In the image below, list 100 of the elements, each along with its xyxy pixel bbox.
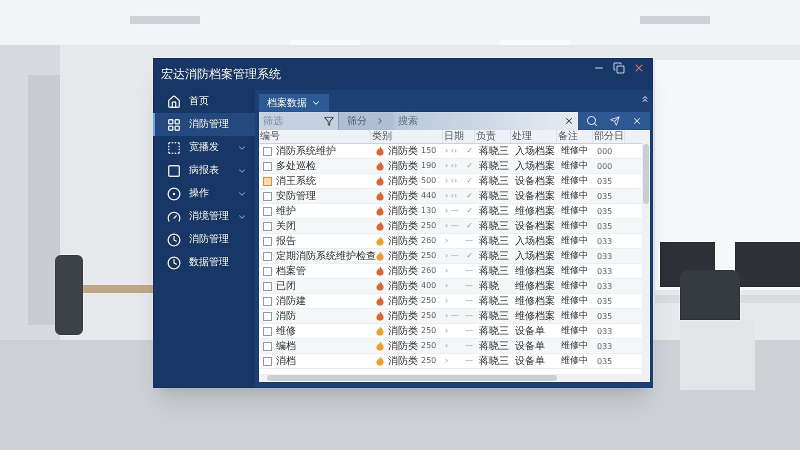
checkbox[interactable]: [263, 206, 272, 216]
table-cell: 维修中: [561, 221, 588, 232]
clear-icon[interactable]: [564, 116, 574, 126]
filter-icon: [324, 116, 334, 126]
filter-field[interactable]: 筛选: [259, 112, 320, 130]
table-cell: —: [465, 235, 473, 247]
table-cell: 035: [597, 222, 612, 230]
vertical-scrollbar[interactable]: [642, 130, 650, 374]
table-cell: 维修档案: [515, 296, 555, 306]
table-cell: 260: [421, 235, 436, 247]
close-icon[interactable]: [632, 116, 642, 126]
checkbox[interactable]: [263, 236, 272, 246]
table-cell: —: [465, 340, 473, 352]
close-icon[interactable]: [633, 62, 645, 74]
table-cell: 蒋晓三: [479, 176, 509, 186]
table-cell-text: 关闭: [276, 220, 296, 234]
send-icon[interactable]: [610, 116, 620, 126]
table-cell-text: 安防管理: [276, 190, 316, 204]
table-cell-text: 消防类: [388, 174, 418, 188]
table-cell-text: 消防类: [388, 340, 418, 354]
table-cell: 250: [421, 220, 436, 232]
tab[interactable]: 档案数据: [259, 94, 329, 112]
table-cell-text: 多处巡检: [276, 160, 316, 174]
table-cell-text: 消防类: [388, 144, 418, 158]
table-cell: —: [465, 355, 473, 367]
table-cell: 维修中: [561, 236, 588, 246]
table-cell: › —: [445, 220, 459, 232]
sidebar-item[interactable]: 病报表: [153, 159, 255, 182]
checkbox[interactable]: [263, 222, 272, 230]
table-cell: ✓: [466, 175, 473, 187]
table-cell: 000: [597, 162, 612, 170]
table-cell: ›: [445, 340, 448, 352]
table-cell-text: 消王系统: [276, 174, 316, 188]
table-cell: ›: [445, 355, 448, 367]
column-header[interactable]: 编号: [259, 130, 371, 143]
table-cell: 维修中: [561, 161, 588, 172]
table-cell: 维修中: [561, 266, 588, 276]
sidebar-item[interactable]: 消防管理: [153, 228, 255, 251]
table-cell: ✓: [466, 205, 473, 217]
table-cell-text: 消防类: [388, 294, 418, 308]
table-cell-text: 消防类: [388, 264, 418, 278]
table-cell-text: 档案管: [276, 264, 306, 278]
checkbox[interactable]: [263, 266, 272, 276]
table-cell: 蒋晓三: [479, 220, 509, 232]
column-header[interactable]: 负责: [475, 130, 511, 143]
table-cell: 033: [597, 236, 612, 246]
collapse-icon[interactable]: [640, 94, 650, 104]
dashed-square-icon: [167, 140, 181, 154]
table-cell: ›: [445, 235, 448, 247]
checkbox[interactable]: [263, 356, 272, 366]
horizontal-scrollbar[interactable]: [259, 374, 650, 382]
table-cell: 设备单: [515, 356, 545, 366]
table-cell-text: 消防类: [388, 354, 418, 368]
table-cell: 000: [597, 146, 612, 156]
sidebar-item[interactable]: 数据管理: [153, 251, 255, 274]
checkbox[interactable]: [263, 162, 272, 170]
checkbox[interactable]: [263, 282, 272, 290]
sidebar-item[interactable]: 首页: [153, 90, 255, 113]
table-cell: —: [465, 280, 473, 292]
group-button[interactable]: 筛分: [339, 112, 394, 130]
table-cell: 400: [421, 280, 436, 292]
column-header[interactable]: 处理: [511, 130, 557, 143]
sidebar-item[interactable]: 宽播发: [153, 136, 255, 159]
checkbox[interactable]: [263, 312, 272, 320]
table-cell: 130: [421, 205, 436, 217]
table-cell: 150: [421, 145, 436, 157]
sidebar-item[interactable]: 消境管理: [153, 205, 255, 228]
table-cell: ✓: [466, 220, 473, 232]
table-cell: 190: [421, 160, 436, 172]
table-cell: 蒋晓三: [479, 356, 509, 366]
column-header[interactable]: 类别: [371, 130, 443, 143]
table-cell: 035: [597, 356, 612, 366]
column-header[interactable]: 部分日: [593, 130, 625, 143]
table-cell-text: 消防类: [388, 160, 418, 174]
filter-box[interactable]: 筛选: [259, 112, 339, 130]
table-cell: › —: [445, 250, 459, 262]
table-cell: 蒋晓三: [479, 236, 509, 246]
checkbox[interactable]: [263, 146, 272, 156]
table-cell-text: 消防: [276, 310, 296, 324]
table-cell: 蒋晓三: [479, 190, 509, 202]
table-cell-text: 消防类: [388, 310, 418, 324]
checkbox[interactable]: [263, 192, 272, 200]
table-cell-text: 消防类: [388, 250, 418, 264]
column-header[interactable]: 备注: [557, 130, 593, 143]
table-cell: 250: [421, 355, 436, 367]
restore-icon[interactable]: [613, 62, 625, 74]
table-cell: › —: [445, 205, 459, 217]
search-icon[interactable]: [586, 115, 598, 127]
checkbox[interactable]: [263, 252, 272, 260]
checkbox[interactable]: [263, 326, 272, 336]
checkbox[interactable]: [263, 342, 272, 350]
table-cell: 蒋晓三: [479, 310, 509, 322]
table-cell-text: 消防系统维护: [276, 144, 336, 158]
checkbox[interactable]: [263, 296, 272, 306]
table-cell: 维修中: [561, 311, 588, 322]
checkbox[interactable]: [263, 176, 272, 186]
square-icon: [167, 164, 181, 178]
sidebar-item[interactable]: 消防管理: [153, 113, 255, 136]
column-header[interactable]: 日期: [443, 130, 475, 143]
sidebar-item[interactable]: 操作: [153, 182, 255, 205]
